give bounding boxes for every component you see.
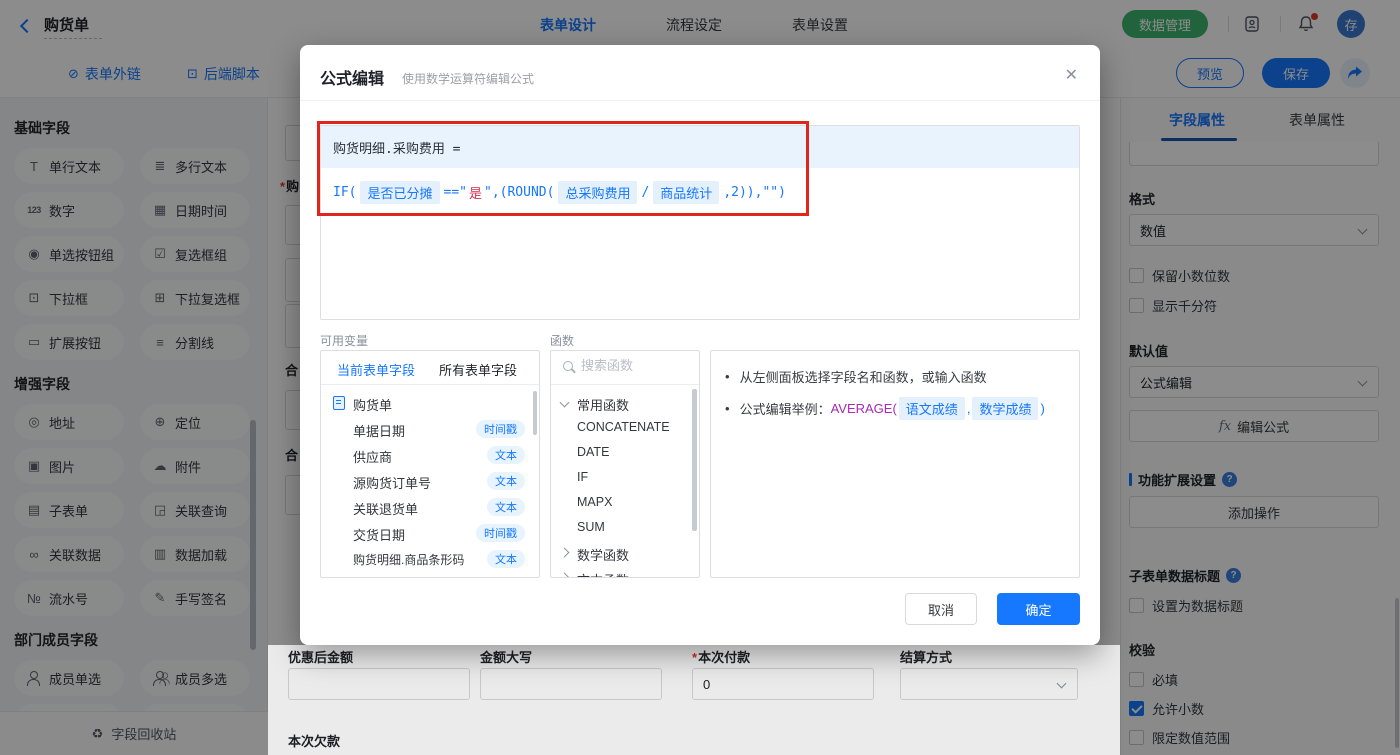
function-item[interactable]: MAPX bbox=[551, 491, 699, 516]
document-icon bbox=[333, 396, 345, 410]
example-function-name: AVERAGE( bbox=[830, 401, 897, 416]
type-badge: 文本 bbox=[487, 446, 525, 464]
variable-chip[interactable]: 是否已分摊 bbox=[360, 181, 440, 204]
variable-chip[interactable]: 商品统计 bbox=[653, 181, 720, 204]
modal-overlay[interactable] bbox=[0, 98, 268, 755]
divider bbox=[300, 100, 1100, 101]
formula-token: ==" bbox=[443, 185, 467, 200]
modal-title: 公式编辑 bbox=[320, 71, 385, 88]
function-search-input[interactable] bbox=[581, 358, 689, 373]
example-variable-chip: 语文成绩 bbox=[898, 397, 965, 420]
variables-scrollbar[interactable] bbox=[533, 391, 537, 435]
functions-label: 函数 bbox=[550, 334, 575, 348]
type-badge: 文本 bbox=[487, 498, 525, 516]
modal-overlay-light[interactable] bbox=[268, 645, 1120, 755]
formula-expression[interactable]: IF( 是否已分摊 ==" 是 ",(ROUND( 总采购费用 / 商品统计 ,2)… bbox=[333, 181, 1073, 204]
example-variable-chip: 数学成绩 bbox=[972, 397, 1039, 420]
hint-line-2: • 公式编辑举例： AVERAGE( 语文成绩 , 数学成绩 ) bbox=[725, 397, 1045, 420]
function-item[interactable]: IF bbox=[551, 466, 699, 491]
hint-line-1: • 从左侧面板选择字段名和函数，或输入函数 bbox=[725, 369, 987, 385]
formula-token: ,2)),"") bbox=[723, 185, 786, 200]
function-group-math[interactable]: 数学函数 bbox=[551, 541, 699, 566]
variable-chip[interactable]: 总采购费用 bbox=[558, 181, 638, 204]
function-item[interactable]: SUM bbox=[551, 516, 699, 541]
formula-string: 是 bbox=[468, 187, 482, 202]
tab-current-form-fields[interactable]: 当前表单字段 bbox=[337, 360, 415, 379]
variable-row[interactable]: 供应商 文本 bbox=[321, 443, 539, 469]
variables-panel: 当前表单字段 所有表单字段 购货单 单据日期 时间戳 供应商 文本 源购货订单号 文本… bbox=[320, 350, 540, 578]
modal-subtitle: 使用数学运算符编辑公式 bbox=[402, 72, 535, 86]
chevron-down-icon bbox=[559, 397, 570, 408]
function-item[interactable]: DATE bbox=[551, 441, 699, 466]
formula-token: ",(ROUND( bbox=[484, 185, 555, 200]
variable-row[interactable]: 购货明细.商品条形码 文本 bbox=[321, 547, 539, 573]
variable-row[interactable]: 交货日期 时间戳 bbox=[321, 521, 539, 547]
type-badge: 时间戳 bbox=[476, 420, 525, 438]
function-item[interactable]: CONCATENATE bbox=[551, 416, 699, 441]
close-icon[interactable]: ✕ bbox=[1065, 65, 1078, 85]
formula-token: / bbox=[641, 185, 650, 200]
functions-scrollbar[interactable] bbox=[692, 389, 697, 531]
chevron-right-icon bbox=[559, 572, 570, 577]
variable-row[interactable]: 关联退货单 文本 bbox=[321, 495, 539, 521]
function-group-text[interactable]: 文本函数 bbox=[551, 566, 699, 577]
cancel-button[interactable]: 取消 bbox=[905, 593, 977, 625]
type-badge: 时间戳 bbox=[476, 524, 525, 542]
search-icon bbox=[563, 361, 576, 374]
formula-token: IF( bbox=[333, 185, 357, 200]
formula-editor[interactable]: 购货明细.采购费用 = IF( 是否已分摊 ==" 是 ",(ROUND( 总采购费… bbox=[320, 125, 1080, 320]
confirm-button[interactable]: 确定 bbox=[997, 593, 1080, 625]
type-badge: 文本 bbox=[487, 550, 525, 568]
hint-panel: • 从左侧面板选择字段名和函数，或输入函数 • 公式编辑举例： AVERAGE( … bbox=[710, 350, 1080, 578]
variable-row[interactable]: 单据日期 时间戳 bbox=[321, 417, 539, 443]
tab-all-form-fields[interactable]: 所有表单字段 bbox=[439, 360, 517, 379]
app-screen: *购 合 合 优惠后金额 金额大写 *本次付款 结算方式 本次欠款 购货单 表单… bbox=[0, 0, 1400, 755]
formula-target: 购货明细.采购费用 = bbox=[321, 126, 1079, 168]
tree-root-row[interactable]: 购货单 bbox=[321, 391, 539, 417]
formula-edit-modal: 公式编辑 使用数学运算符编辑公式 ✕ 购货明细.采购费用 = IF( 是否已分摊… bbox=[300, 45, 1100, 645]
variables-tabs: 当前表单字段 所有表单字段 bbox=[321, 351, 539, 385]
function-search bbox=[551, 351, 699, 385]
function-group-common[interactable]: 常用函数 bbox=[551, 391, 699, 416]
variables-label: 可用变量 bbox=[320, 334, 369, 348]
modal-overlay[interactable] bbox=[1120, 98, 1400, 755]
chevron-right-icon bbox=[559, 547, 570, 558]
variable-row[interactable]: 源购货订单号 文本 bbox=[321, 469, 539, 495]
functions-panel: 常用函数 CONCATENATE DATE IF MAPX SUM 数学函数 文… bbox=[550, 350, 700, 578]
type-badge: 文本 bbox=[487, 472, 525, 490]
